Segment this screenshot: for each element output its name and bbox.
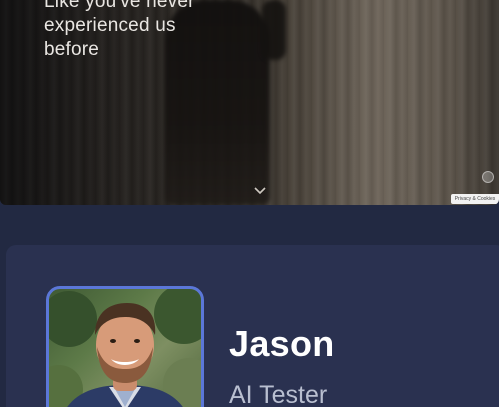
hero-silhouette-arm <box>262 0 286 60</box>
avatar <box>49 289 201 407</box>
profile-role: AI Tester <box>229 381 328 407</box>
hero-headline-line-3: before <box>44 39 100 60</box>
hero-headline-line-1: Like you've never <box>44 0 195 12</box>
privacy-chip[interactable]: Privacy & Cookies <box>451 194 499 204</box>
hero-headline-line-2: experienced us <box>44 15 176 36</box>
chevron-down-icon[interactable] <box>254 186 266 196</box>
hero-headline: Like you've never experienced us before <box>44 0 264 62</box>
page: Like you've never experienced us before … <box>0 0 499 407</box>
profile-photo <box>46 286 204 407</box>
profile-name: Jason <box>229 323 335 364</box>
hero-banner: Like you've never experienced us before … <box>0 0 499 205</box>
circle-dot-icon[interactable] <box>482 171 494 183</box>
